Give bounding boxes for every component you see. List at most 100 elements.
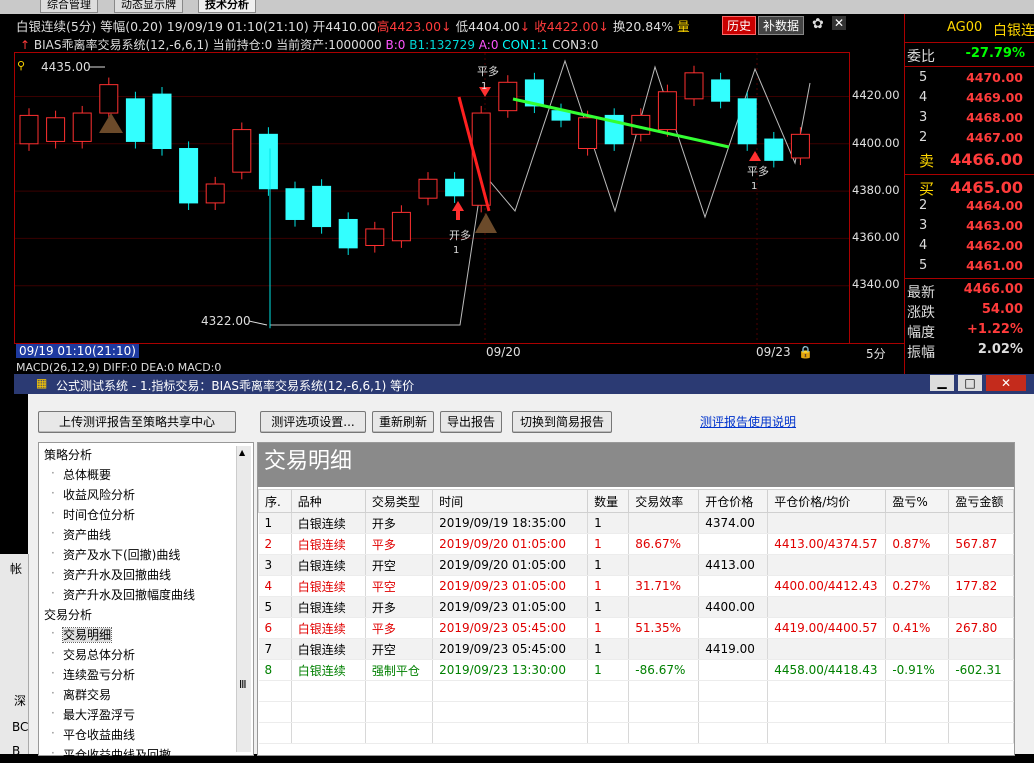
table-cell: 1 [587,554,630,576]
column-header[interactable]: 盈亏金额 [948,489,1014,513]
tree-item-label: 平仓收益曲线 [63,728,136,742]
signal-label: 平多 [477,64,499,78]
tree-item-label: 交易分析 [44,608,93,622]
open-value: 开4410.00 [312,19,377,34]
table-cell [698,659,769,681]
bar-datetime: 19/09/19 01:10(21:10) [166,19,309,34]
stat-label: 涨跌 [907,305,935,321]
candle-body [232,129,252,173]
table-cell: -86.67% [628,659,700,681]
tab-dynamic-board[interactable]: 动态显示牌 [114,0,183,13]
ask-row: 卖 4466.00 [905,150,1034,170]
table-row[interactable]: 8 白银连续 强制平仓 2019/09/23 13:30:00 1 -86.67% 4458… [258,659,1014,681]
table-row[interactable]: 6 白银连续 平多 2019/09/23 05:45:00 1 51.35% 4419.00… [258,617,1014,639]
table-row[interactable]: 7 白银连续 开空 2019/09/23 05:45:00 1 4419.00 [258,638,1014,660]
buy-arrow [456,210,460,220]
edge-text: BC [12,720,29,734]
tree-item-label: 资产及水下(回撤)曲线 [63,548,181,562]
column-header[interactable]: 盈亏% [885,489,950,513]
table-cell: 31.71% [628,575,700,597]
table-row[interactable]: 3 白银连续 开空 2019/09/20 01:05:00 1 4413.00 [258,554,1014,576]
analysis-tree[interactable]: 策略分析 · 总体概要 · 收益风险分析 · 时间仓位分析 · 资产曲线 · 资产及水下(回撤)曲线… [38,442,254,762]
table-cell: 2019/09/23 13:30:00 [432,659,589,681]
candle-body [764,138,784,161]
tree-scrollbar[interactable]: ▲ Ⅲ [236,446,251,752]
candle-body [46,117,66,142]
ask-row: 3 4468.00 [905,110,1034,129]
tree-item[interactable]: · 平仓收益曲线及回撤 [51,746,171,763]
tree-item[interactable]: · 资产升水及回撤幅度曲线 [51,586,195,603]
trade-table: 序. 品种 交易类型 时间 数量 交易效率 开仓价格 平仓价格/均价 盈亏% 盈亏金额 1 白银连续… [258,489,1014,744]
table-cell: 0.41% [885,617,950,639]
tree-group[interactable]: 策略分析 [44,446,92,463]
tree-item[interactable]: · 离群交易 [51,686,111,703]
test-options-button[interactable]: 测评选项设置... [260,411,366,433]
history-button[interactable]: 历史 [722,16,757,35]
ask-row: 2 4467.00 [905,130,1034,149]
tab-technical-analysis[interactable]: 技术分析 [198,0,256,13]
tree-item[interactable]: · 收益风险分析 [51,486,135,503]
tree-item[interactable]: · 交易明细 [51,626,113,643]
tree-item[interactable]: · 连续盈亏分析 [51,666,135,683]
tree-item[interactable]: · 最大浮盈浮亏 [51,706,135,723]
column-header[interactable]: 时间 [432,489,589,513]
table-cell: 白银连续 [291,512,366,534]
table-cell: 白银连续 [291,554,366,576]
upload-report-button[interactable]: 上传测评报告至策略共享中心 [38,411,236,433]
tree-connector: · [51,466,55,480]
table-cell: 开空 [365,638,434,660]
tree-item[interactable]: · 资产及水下(回撤)曲线 [51,546,181,563]
table-row[interactable]: 1 白银连续 开多 2019/09/19 18:35:00 1 4374.00 [258,512,1014,534]
tree-item[interactable]: · 交易总体分析 [51,646,135,663]
tree-item[interactable]: · 时间仓位分析 [51,506,135,523]
column-header[interactable]: 平仓价格/均价 [767,489,887,513]
candlestick-chart[interactable]: 开多 1 平多 1 平多 1 4435.00 4322.00 ⚲ [14,52,850,344]
column-header[interactable]: 品种 [290,489,366,513]
lock-icon[interactable]: 🔒 [798,345,813,359]
candle-body [790,133,810,159]
table-row[interactable]: 4 白银连续 平空 2019/09/23 01:05:00 1 31.71% 4400.00… [258,575,1014,597]
candle-body [365,228,385,246]
table-cell [767,512,887,534]
tree-item[interactable]: · 资产升水及回撤曲线 [51,566,171,583]
table-cell: 4413.00 [698,554,769,576]
candle-body [391,211,411,242]
period-label[interactable]: 5分 [866,345,886,362]
close-icon[interactable]: ✕ [832,16,846,30]
candle-body [125,98,145,142]
maximize-button[interactable]: □ [958,375,982,391]
export-report-button[interactable]: 导出报告 [440,411,502,433]
tree-item[interactable]: · 资产曲线 [51,526,111,543]
report-help-link[interactable]: 测评报告使用说明 [700,413,796,430]
tab-overview[interactable]: 综合管理 [40,0,98,13]
refresh-button[interactable]: 重新刷新 [372,411,434,433]
column-header[interactable]: 交易类型 [364,489,434,513]
column-header[interactable]: 开仓价格 [698,489,769,513]
tree-connector: · [51,746,55,760]
tree-group[interactable]: 交易分析 [44,606,92,623]
table-cell [628,554,700,576]
settings-icon[interactable]: ✿ [812,16,824,32]
tree-item[interactable]: · 平仓收益曲线 [51,726,136,743]
table-row[interactable]: 5 白银连续 开多 2019/09/23 01:05:00 1 4400.00 [258,596,1014,618]
b1-value: B1:132729 [409,38,475,52]
column-header[interactable]: 序. [258,489,292,513]
table-cell [948,596,1014,618]
simple-report-button[interactable]: 切换到简易报告 [512,411,612,433]
tree-connector: · [51,626,55,640]
column-header[interactable]: 交易效率 [628,489,700,513]
zoom-icon: ⚲ [17,59,25,72]
table-cell: 2019/09/20 01:05:00 [432,533,589,555]
close-button[interactable]: ✕ [986,375,1026,391]
candle-body [338,218,358,249]
minimize-button[interactable]: ▁ [930,375,954,391]
equal-width: 等幅(0.20) [100,19,163,34]
supplement-data-button[interactable]: 补数据 [758,16,805,35]
signal-count: 1 [453,245,459,256]
column-header[interactable]: 数量 [587,489,630,513]
table-row[interactable]: 2 白银连续 平多 2019/09/20 01:05:00 1 86.67% 4413.00… [258,533,1014,555]
table-cell: 0.27% [885,575,950,597]
tree-item[interactable]: · 总体概要 [51,466,111,483]
table-cell: 4400.00 [698,596,769,618]
candle-body [578,117,598,150]
